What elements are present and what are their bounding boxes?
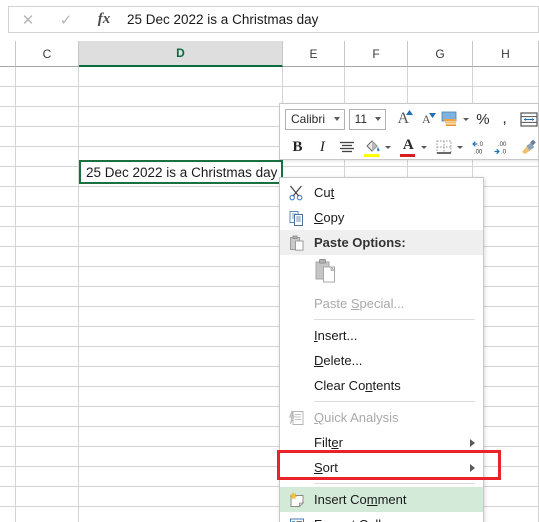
context-menu: Cut Copy Paste Options: Paste Special...…: [279, 177, 484, 522]
column-header-e[interactable]: E: [283, 41, 345, 67]
merge-cells-icon[interactable]: [518, 107, 539, 131]
chevron-right-icon: [470, 463, 475, 472]
context-menu-item-insert-comment[interactable]: Insert Comment: [280, 487, 483, 512]
context-menu-item-filter[interactable]: Filter: [280, 430, 483, 455]
close-icon[interactable]: ✕: [9, 7, 47, 32]
chevron-down-icon[interactable]: [461, 107, 470, 131]
chevron-down-icon[interactable]: [330, 110, 344, 129]
font-name-value: Calibri: [291, 112, 326, 126]
svg-text:.00: .00: [474, 149, 483, 155]
context-menu-item-cut[interactable]: Cut: [280, 180, 483, 205]
copy-icon: [287, 209, 307, 227]
context-menu-label-quick-analysis: Quick Analysis: [314, 410, 399, 425]
context-menu-label-paste-special: Paste Special...: [314, 296, 405, 311]
insert-comment-icon: [287, 491, 307, 509]
context-menu-item-delete[interactable]: Delete...: [280, 348, 483, 373]
chevron-down-icon[interactable]: [420, 135, 429, 159]
font-name-combo[interactable]: Calibri: [285, 108, 345, 130]
context-menu-label-insert: Insert...: [314, 328, 358, 343]
chevron-down-icon[interactable]: [371, 110, 385, 129]
context-menu-separator: [314, 319, 475, 320]
comma-style-icon[interactable]: ,: [495, 107, 514, 131]
italic-icon[interactable]: I: [313, 135, 332, 159]
svg-text:.0: .0: [501, 149, 507, 155]
column-header-g[interactable]: G: [408, 41, 473, 67]
context-menu-label-cut: Cut: [314, 185, 335, 200]
bold-letter: B: [292, 138, 303, 155]
chevron-down-icon[interactable]: [455, 135, 464, 159]
fill-color-icon[interactable]: [361, 135, 383, 159]
number-format-icon[interactable]: [439, 107, 461, 131]
formula-bar-input[interactable]: 25 Dec 2022 is a Christmas day: [116, 6, 539, 33]
gridline-vertical: [78, 67, 79, 522]
context-menu-label-sort: Sort: [314, 460, 338, 475]
column-header-row: C D E F G H: [0, 41, 539, 67]
context-menu-item-paste-special: Paste Special...: [280, 291, 483, 316]
active-cell-d9[interactable]: 25 Dec 2022 is a Christmas day: [79, 160, 283, 184]
column-header-h[interactable]: H: [473, 41, 539, 67]
font-color-letter: A: [402, 136, 414, 153]
gridline-vertical: [15, 67, 16, 522]
context-menu-label-clear-contents: Clear Contents: [314, 378, 401, 393]
scissors-icon: [287, 184, 307, 202]
format-painter-icon[interactable]: [518, 135, 539, 159]
column-header-f[interactable]: F: [345, 41, 408, 67]
font-size-combo[interactable]: 11: [348, 108, 387, 130]
percent-glyph: %: [476, 110, 490, 128]
center-align-icon[interactable]: [336, 135, 358, 159]
context-menu-item-clear-contents[interactable]: Clear Contents: [280, 373, 483, 398]
excel-worksheet-screenshot: ✕ ✓ fx 25 Dec 2022 is a Christmas day C …: [0, 0, 539, 522]
quick-analysis-icon: [287, 409, 307, 427]
italic-letter: I: [319, 138, 325, 155]
percent-style-icon[interactable]: %: [474, 107, 493, 131]
svg-text:.0: .0: [478, 142, 484, 148]
context-menu-label-filter: Filter: [314, 435, 343, 450]
fill-color-swatch: [364, 154, 380, 157]
formula-bar: ✕ ✓ fx 25 Dec 2022 is a Christmas day: [0, 0, 539, 40]
context-menu-item-paste-keep-source[interactable]: [280, 255, 483, 291]
bold-icon[interactable]: B: [288, 135, 307, 159]
context-menu-item-paste-options: Paste Options:: [280, 230, 483, 255]
font-color-icon[interactable]: A: [397, 135, 419, 159]
svg-text:.00: .00: [498, 142, 507, 148]
shrink-font-icon[interactable]: A: [415, 107, 437, 131]
chevron-down-icon[interactable]: [384, 135, 393, 159]
format-cells-icon: [287, 516, 307, 522]
context-menu-separator: [314, 483, 475, 484]
context-menu-item-sort[interactable]: Sort: [280, 455, 483, 480]
check-icon[interactable]: ✓: [47, 7, 85, 32]
context-menu-separator: [314, 401, 475, 402]
context-menu-label-insert-comment: Insert Comment: [314, 492, 407, 507]
column-header-corner[interactable]: [0, 41, 16, 67]
chevron-right-icon: [470, 438, 475, 447]
context-menu-label-format-cells: Format Cells...: [314, 517, 399, 522]
column-header-d[interactable]: D: [79, 41, 283, 67]
gridline-horizontal: [0, 86, 539, 87]
mini-toolbar-row-1: Calibri 11 A A % ,: [280, 105, 539, 133]
mini-toolbar-row-2: B I A .0 .00 .00 .0: [280, 133, 539, 161]
mini-toolbar: Calibri 11 A A % , B I A .0 .00 .00 .0: [279, 103, 539, 160]
context-menu-label-copy: Copy: [314, 210, 345, 225]
font-color-swatch: [400, 154, 416, 157]
context-menu-label-delete: Delete...: [314, 353, 363, 368]
column-header-c[interactable]: C: [16, 41, 79, 67]
context-menu-item-insert[interactable]: Insert...: [280, 323, 483, 348]
formula-bar-buttons: ✕ ✓ fx: [8, 6, 124, 33]
increase-decimal-icon[interactable]: .00 .0: [492, 135, 514, 159]
context-menu-item-quick-analysis: Quick Analysis: [280, 405, 483, 430]
decrease-decimal-icon[interactable]: .0 .00: [469, 135, 491, 159]
borders-icon[interactable]: [433, 135, 455, 159]
context-menu-item-copy[interactable]: Copy: [280, 205, 483, 230]
comma-glyph: ,: [502, 110, 507, 127]
paste-keep-source-icon[interactable]: [314, 258, 338, 289]
font-size-value: 11: [354, 112, 368, 126]
grow-font-icon[interactable]: A: [392, 107, 414, 131]
paste-icon: [287, 234, 307, 252]
context-menu-item-format-cells[interactable]: Format Cells...: [280, 512, 483, 522]
context-menu-label-paste-options: Paste Options:: [314, 235, 406, 250]
